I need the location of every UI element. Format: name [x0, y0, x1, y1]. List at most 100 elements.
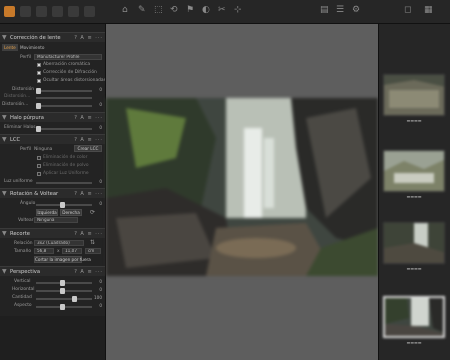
crop-header[interactable]: ▼ Recorte ? A ≡ ···: [0, 228, 105, 239]
option-label: Aplicar Luz Uniforme: [43, 171, 89, 176]
flip-select[interactable]: Ninguna: [34, 217, 78, 223]
tab-movimiento[interactable]: Movimiento: [18, 44, 47, 51]
cut-icon[interactable]: ✂: [218, 5, 226, 15]
folder-icon[interactable]: [20, 6, 31, 17]
horizontal-value: 0: [99, 287, 102, 292]
main-photo[interactable]: [106, 98, 378, 276]
crosshair-icon[interactable]: ⊹: [234, 5, 242, 15]
option-label: Eliminación de color: [43, 155, 88, 160]
section-tools-icon[interactable]: ? A ≡ ···: [74, 229, 103, 239]
rotate-left-button[interactable]: Izquierda: [36, 209, 58, 216]
option-label: Eliminación de polvo: [43, 163, 89, 168]
size-height-input[interactable]: 11,07: [62, 248, 82, 254]
app-window: ⌂ ✎ ⬚ ⟲ ⚑ ◐ ✂ ⊹ ▤ ☰ ⚙ ◻ ▦ ▼ Corrección d…: [0, 0, 450, 360]
rotation-header[interactable]: ▼ Rotación & Voltear ? A ≡ ···: [0, 188, 105, 199]
chevron-down-icon[interactable]: ▼: [2, 135, 7, 145]
horizontal-slider[interactable]: [36, 288, 92, 294]
slider-knob[interactable]: [60, 288, 65, 294]
row-label: Distorsión...: [2, 102, 29, 107]
chevron-down-icon[interactable]: ▼: [2, 267, 7, 277]
home-icon[interactable]: ⌂: [122, 5, 128, 15]
flag-icon[interactable]: ⚑: [186, 5, 194, 15]
layers-icon[interactable]: [68, 6, 79, 17]
slider-knob[interactable]: [36, 103, 41, 109]
aspect-label: Aspecto: [14, 303, 32, 308]
swap-ratio-icon[interactable]: ⇅: [90, 239, 95, 246]
camera-icon[interactable]: [52, 6, 63, 17]
diffraction-checkbox[interactable]: [37, 71, 41, 75]
remove-halos-slider[interactable]: [36, 126, 92, 132]
section-tools-icon[interactable]: ? A ≡ ···: [74, 113, 103, 123]
create-lcc-button[interactable]: Crear LCC: [74, 145, 102, 152]
thumbnail-selected[interactable]: [383, 296, 445, 338]
size-width-input[interactable]: 56,8: [34, 248, 54, 254]
list-view-icon[interactable]: ☰: [336, 5, 344, 15]
amount-slider[interactable]: [36, 296, 92, 302]
distortion-slider[interactable]: [36, 88, 92, 94]
rotate-right-button[interactable]: Derecha: [60, 209, 82, 216]
tools-panel: ▼ Corrección de lente ? A ≡ ··· Lente Mo…: [0, 24, 106, 360]
section-tools-icon[interactable]: ? A ≡ ···: [74, 189, 103, 199]
thumbnail-caption: ▬▬▬▬: [406, 194, 422, 199]
thumbnail[interactable]: [383, 222, 445, 264]
size-unit-select[interactable]: cm: [85, 248, 101, 254]
thumbnail[interactable]: [383, 150, 445, 192]
remove-halos-value: 0: [99, 125, 102, 130]
section-tools-icon[interactable]: ? A ≡ ···: [74, 135, 103, 145]
rotate-tool-icon[interactable]: ⟲: [170, 5, 178, 15]
chevron-down-icon[interactable]: ▼: [2, 189, 7, 199]
thumbnail-caption: ▬▬▬▬: [406, 340, 422, 345]
edit-icon[interactable]: ✎: [138, 5, 146, 15]
hide-distorted-checkbox[interactable]: [37, 79, 41, 83]
lcc-profile-value[interactable]: Ninguna: [34, 147, 52, 152]
thumbnail[interactable]: [383, 74, 445, 116]
purple-fringing-header[interactable]: ▼ Halo púrpura ? A ≡ ···: [0, 112, 105, 123]
slider-knob[interactable]: [36, 126, 41, 132]
section-tools-icon[interactable]: ? A ≡ ···: [74, 267, 103, 277]
slider-knob[interactable]: [60, 202, 65, 208]
import-icon[interactable]: [36, 6, 47, 17]
amount-label: Cantidad: [12, 295, 32, 300]
ratio-select[interactable]: 3x2 (Cuadrado): [34, 240, 84, 246]
slider-knob[interactable]: [36, 88, 41, 94]
aspect-slider[interactable]: [36, 304, 92, 310]
lens-correction-header[interactable]: ▼ Corrección de lente ? A ≡ ···: [0, 32, 105, 43]
angle-slider[interactable]: [36, 202, 92, 208]
angle-value: 0: [99, 201, 102, 206]
multi-view-icon[interactable]: ▦: [424, 5, 433, 15]
section-tools-icon[interactable]: ? A ≡ ···: [74, 33, 103, 43]
grid-view-icon[interactable]: ▤: [320, 5, 329, 15]
distortion-value: 0: [99, 87, 102, 92]
profile-select[interactable]: Manufacturer Profile: [34, 54, 102, 60]
histogram-icon[interactable]: [84, 6, 95, 17]
chromatic-aberration-checkbox[interactable]: [37, 63, 41, 67]
dust-removal-checkbox[interactable]: [37, 164, 41, 168]
chevron-down-icon[interactable]: ▼: [2, 33, 7, 43]
rotate-icon[interactable]: ⟳: [90, 209, 95, 216]
section-title: Perspectiva: [10, 269, 41, 275]
thumbnail-caption: ▬▬▬▬: [406, 266, 422, 271]
crop-outside-button[interactable]: Cortar la imagen por fuera: [34, 256, 91, 263]
vertical-slider[interactable]: [36, 280, 92, 286]
contrast-icon[interactable]: ◐: [202, 5, 210, 15]
chevron-down-icon[interactable]: ▼: [2, 113, 7, 123]
row-slider[interactable]: [36, 103, 92, 109]
settings-icon[interactable]: ⚙: [352, 5, 360, 15]
uniform-light-slider[interactable]: [36, 182, 92, 184]
size-x-label: x: [57, 249, 60, 254]
uniform-light-checkbox[interactable]: [37, 172, 41, 176]
tab-lente[interactable]: Lente: [2, 44, 18, 51]
row-slider[interactable]: [36, 97, 92, 99]
app-logo-icon: [4, 6, 15, 17]
aspect-value: 0: [99, 303, 102, 308]
slider-knob[interactable]: [72, 296, 77, 302]
chevron-down-icon[interactable]: ▼: [2, 229, 7, 239]
lcc-header[interactable]: ▼ LCC ? A ≡ ···: [0, 134, 105, 145]
flip-label: Voltear: [18, 218, 34, 223]
crop-frame-icon[interactable]: ⬚: [154, 5, 163, 15]
slider-knob[interactable]: [60, 304, 65, 310]
single-view-icon[interactable]: ◻: [404, 5, 411, 15]
slider-knob[interactable]: [60, 280, 65, 286]
perspective-header[interactable]: ▼ Perspectiva ? A ≡ ···: [0, 266, 105, 277]
color-cast-checkbox[interactable]: [37, 156, 41, 160]
